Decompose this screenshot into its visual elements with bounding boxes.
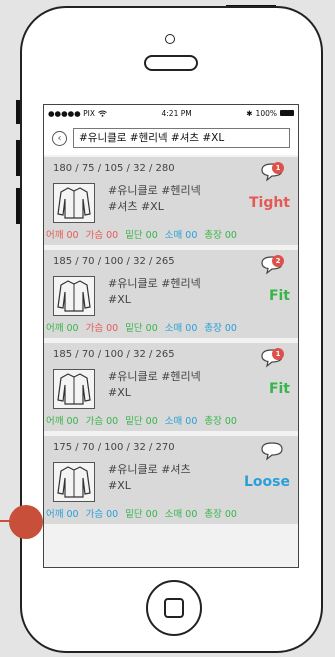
result-card[interactable]: 185 / 70 / 100 / 32 / 265 #유니클로 #헨리넥 #XL… bbox=[44, 343, 298, 431]
phone-screen: ●●●●● PIX 4:21 PM ✱ 100% ‹ #유니클로 #헨리넥 #셔… bbox=[43, 104, 299, 568]
card-tags-line1: #유니클로 #헨리넥 bbox=[108, 277, 201, 290]
card-metrics: 어깨 00 가슴 00 밑단 00 소매 00 총장 00 bbox=[46, 320, 237, 334]
metric-label: 가슴 00 bbox=[85, 416, 119, 427]
card-tags: #유니클로 #헨리넥 #XL bbox=[108, 369, 228, 401]
fit-verdict: Loose bbox=[244, 474, 290, 490]
metric-label: 소매 00 bbox=[164, 323, 198, 334]
carrier-label: ●●●●● PIX bbox=[48, 108, 95, 118]
metric-label: 총장 00 bbox=[204, 509, 237, 520]
metric-label: 어깨 00 bbox=[46, 323, 79, 334]
metric-label: 어깨 00 bbox=[46, 509, 79, 520]
battery-label: 100% bbox=[255, 108, 277, 118]
jacket-icon bbox=[53, 183, 95, 223]
metric-label: 총장 00 bbox=[204, 323, 237, 334]
chat-bubble-icon[interactable] bbox=[260, 441, 284, 461]
fit-verdict: Fit bbox=[268, 381, 290, 397]
metric-label: 소매 00 bbox=[164, 509, 198, 520]
metric-label: 가슴 00 bbox=[85, 230, 119, 241]
card-tags: #유니클로 #헨리넥 #XL bbox=[108, 276, 228, 308]
result-card[interactable]: 180 / 75 / 105 / 32 / 280 #유니클로 #헨리넥 #셔츠… bbox=[44, 157, 298, 245]
metric-label: 어깨 00 bbox=[46, 230, 79, 241]
card-tags-line2: #XL bbox=[108, 293, 131, 306]
card-tags-line1: #유니클로 #헨리넥 bbox=[108, 184, 201, 197]
metric-label: 총장 00 bbox=[204, 230, 237, 241]
card-metrics: 어깨 00 가슴 00 밑단 00 소매 00 총장 00 bbox=[46, 413, 237, 427]
card-metrics: 어깨 00 가슴 00 밑단 00 소매 00 총장 00 bbox=[46, 227, 237, 241]
status-bar: ●●●●● PIX 4:21 PM ✱ 100% bbox=[44, 105, 298, 121]
earpiece-speaker bbox=[144, 55, 198, 71]
notification-badge: 1 bbox=[272, 162, 284, 174]
metric-label: 소매 00 bbox=[164, 416, 198, 427]
metric-label: 밑단 00 bbox=[125, 509, 158, 520]
annotation-dot bbox=[9, 505, 43, 539]
metric-label: 밑단 00 bbox=[125, 230, 158, 241]
wifi-icon bbox=[98, 110, 107, 117]
metric-label: 소매 00 bbox=[164, 230, 198, 241]
jacket-icon bbox=[53, 369, 95, 409]
notification-badge: 1 bbox=[272, 348, 284, 360]
front-camera bbox=[165, 34, 175, 44]
result-card[interactable]: 185 / 70 / 100 / 32 / 265 #유니클로 #헨리넥 #XL… bbox=[44, 250, 298, 338]
metric-label: 가슴 00 bbox=[85, 323, 119, 334]
jacket-icon bbox=[53, 462, 95, 502]
jacket-icon bbox=[53, 276, 95, 316]
card-tags-line1: #유니클로 #셔츠 bbox=[108, 463, 191, 476]
home-button[interactable] bbox=[146, 580, 202, 636]
back-icon[interactable]: ‹ bbox=[52, 130, 67, 146]
battery-icon bbox=[280, 110, 294, 116]
card-measurements: 185 / 70 / 100 / 32 / 265 bbox=[53, 256, 175, 267]
metric-label: 총장 00 bbox=[204, 416, 237, 427]
card-tags-line1: #유니클로 #헨리넥 bbox=[108, 370, 201, 383]
metric-label: 밑단 00 bbox=[125, 323, 158, 334]
card-measurements: 180 / 75 / 105 / 32 / 280 bbox=[53, 163, 175, 174]
card-tags-line2: #XL bbox=[108, 479, 131, 492]
card-measurements: 185 / 70 / 100 / 32 / 265 bbox=[53, 349, 175, 360]
status-time: 4:21 PM bbox=[161, 108, 192, 118]
metric-label: 밑단 00 bbox=[125, 416, 158, 427]
home-button-icon bbox=[164, 598, 184, 618]
fit-verdict: Fit bbox=[268, 288, 290, 304]
card-tags-line2: #XL bbox=[108, 386, 131, 399]
search-input[interactable]: #유니클로 #헨리넥 #셔츠 #XL bbox=[73, 128, 290, 148]
bluetooth-icon: ✱ bbox=[246, 108, 253, 118]
card-tags: #유니클로 #헨리넥 #셔츠 #XL bbox=[108, 183, 228, 215]
card-tags: #유니클로 #셔츠 #XL bbox=[108, 462, 228, 494]
card-tags-line2: #셔츠 #XL bbox=[108, 200, 164, 213]
card-measurements: 175 / 70 / 100 / 32 / 270 bbox=[53, 442, 175, 453]
fit-verdict: Tight bbox=[248, 195, 290, 211]
notification-badge: 2 bbox=[272, 255, 284, 267]
metric-label: 가슴 00 bbox=[85, 509, 119, 520]
result-card[interactable]: 175 / 70 / 100 / 32 / 270 #유니클로 #셔츠 #XL … bbox=[44, 436, 298, 524]
search-bar: ‹ #유니클로 #헨리넥 #셔츠 #XL bbox=[44, 121, 298, 155]
card-metrics: 어깨 00 가슴 00 밑단 00 소매 00 총장 00 bbox=[46, 506, 237, 520]
metric-label: 어깨 00 bbox=[46, 416, 79, 427]
